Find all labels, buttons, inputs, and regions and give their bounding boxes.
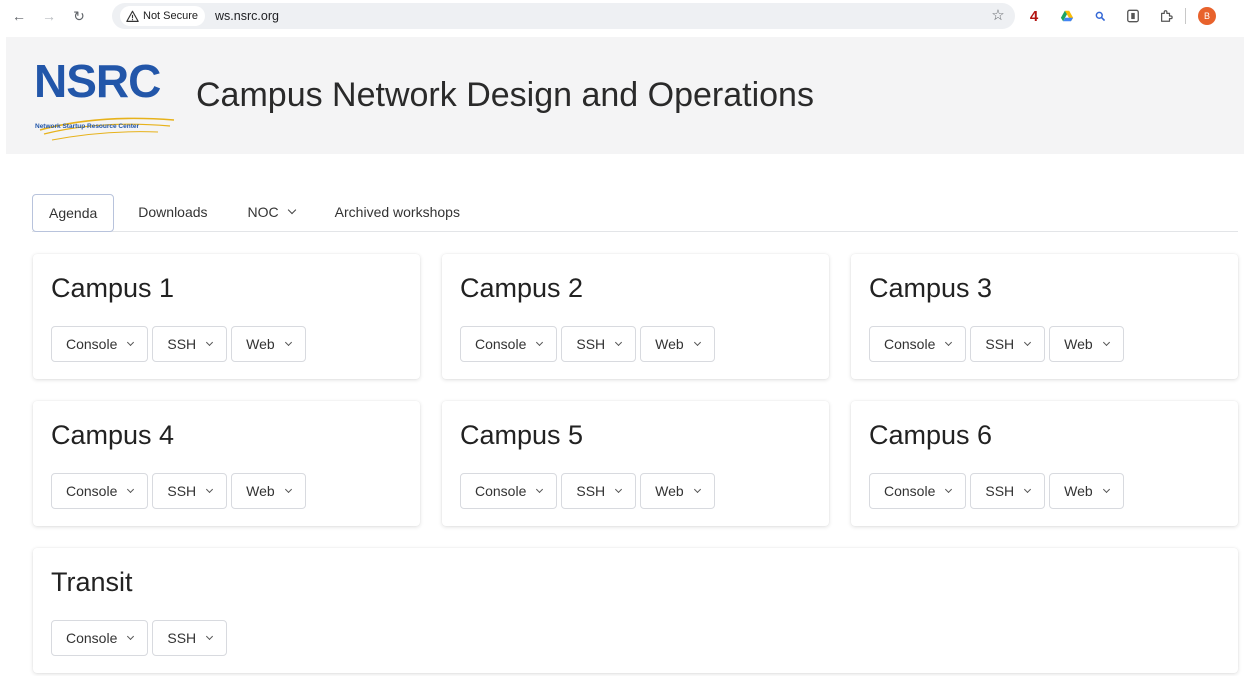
chevron-down-icon — [536, 485, 544, 493]
bookmark-star-icon[interactable]: ☆ — [989, 6, 1007, 24]
nsrc-logo[interactable]: NSRC Network Startup Resource Center — [34, 54, 176, 140]
chevron-down-icon — [945, 338, 953, 346]
console-dropdown-button[interactable]: Console — [460, 472, 558, 509]
chevron-down-icon — [127, 485, 135, 493]
warning-icon — [126, 10, 139, 22]
web-dropdown-button[interactable]: Web — [640, 472, 715, 509]
card-buttons: Console SSH Web — [460, 472, 811, 509]
address-bar[interactable]: Not Secure ws.nsrc.org ☆ — [112, 3, 1015, 29]
card-title: Transit — [51, 567, 133, 597]
campus-card-3: Campus 3 Console SSH Web — [851, 254, 1238, 379]
chevron-down-icon — [1024, 338, 1032, 346]
page-title: Campus Network Design and Operations — [196, 76, 814, 114]
main-tabs: Agenda Downloads NOC Archived workshops — [32, 194, 1238, 232]
web-dropdown-button[interactable]: Web — [640, 325, 715, 362]
chevron-down-icon — [536, 338, 544, 346]
chevron-down-icon — [284, 338, 292, 346]
console-dropdown-button[interactable]: Console — [869, 472, 967, 509]
card-buttons: Console SSH Web — [869, 472, 1220, 509]
tab-agenda[interactable]: Agenda — [32, 194, 115, 232]
security-chip[interactable]: Not Secure — [120, 6, 206, 26]
tab-label: Downloads — [138, 204, 208, 220]
tab-downloads[interactable]: Downloads — [122, 193, 223, 231]
extension-counter-icon[interactable]: 4 — [1026, 8, 1042, 25]
campus-card-6: Campus 6 Console SSH Web — [851, 401, 1238, 526]
card-title: Campus 1 — [51, 273, 175, 303]
profile-avatar[interactable]: B — [1198, 7, 1216, 25]
reload-icon[interactable]: ↻ — [68, 5, 90, 27]
chevron-down-icon — [284, 485, 292, 493]
tab-noc[interactable]: NOC — [232, 193, 311, 231]
chevron-down-icon — [287, 205, 296, 215]
web-dropdown-button[interactable]: Web — [231, 472, 306, 509]
ssh-dropdown-button[interactable]: SSH — [152, 325, 228, 362]
tab-label: NOC — [247, 204, 279, 220]
chevron-down-icon — [1024, 485, 1032, 493]
card-title: Campus 4 — [51, 420, 175, 450]
console-dropdown-button[interactable]: Console — [869, 325, 967, 362]
chevron-down-icon — [127, 632, 135, 640]
security-label: Not Secure — [143, 10, 199, 22]
tab-label: Archived workshops — [334, 204, 460, 220]
console-dropdown-button[interactable]: Console — [460, 325, 558, 362]
chevron-down-icon — [945, 485, 953, 493]
campus-card-1: Campus 1 Console SSH Web — [33, 254, 420, 379]
card-title: Campus 3 — [869, 273, 993, 303]
back-icon[interactable]: ← — [8, 5, 30, 27]
chevron-down-icon — [615, 338, 623, 346]
chevron-down-icon — [693, 485, 701, 493]
console-dropdown-button[interactable]: Console — [51, 325, 149, 362]
card-buttons: Console SSH Web — [51, 472, 402, 509]
chevron-down-icon — [615, 485, 623, 493]
ssh-dropdown-button[interactable]: SSH — [152, 619, 228, 656]
ssh-dropdown-button[interactable]: SSH — [561, 325, 637, 362]
ssh-dropdown-button[interactable]: SSH — [970, 472, 1046, 509]
logo-subtitle: Network Startup Resource Center — [35, 122, 140, 130]
console-dropdown-button[interactable]: Console — [51, 619, 149, 656]
logo-wordmark: NSRC — [34, 54, 161, 107]
search-extension-icon[interactable] — [1092, 8, 1108, 24]
web-dropdown-button[interactable]: Web — [1049, 472, 1124, 509]
campus-card-4: Campus 4 Console SSH Web — [33, 401, 420, 526]
chevron-down-icon — [206, 485, 214, 493]
tab-archived-workshops[interactable]: Archived workshops — [319, 193, 476, 231]
chevron-down-icon — [127, 338, 135, 346]
card-buttons: Console SSH Web — [460, 325, 811, 362]
card-buttons: Console SSH — [51, 619, 1220, 656]
card-buttons: Console SSH Web — [869, 325, 1220, 362]
ssh-dropdown-button[interactable]: SSH — [561, 472, 637, 509]
site-header: NSRC Network Startup Resource Center Cam… — [6, 37, 1244, 154]
transit-card: Transit Console SSH — [33, 548, 1238, 673]
forward-icon[interactable]: → — [38, 5, 60, 27]
web-dropdown-button[interactable]: Web — [1049, 325, 1124, 362]
campus-card-5: Campus 5 Console SSH Web — [442, 401, 829, 526]
toolbar-separator — [1185, 8, 1186, 24]
tab-label: Agenda — [49, 205, 98, 221]
chevron-down-icon — [1102, 338, 1110, 346]
console-dropdown-button[interactable]: Console — [51, 472, 149, 509]
card-title: Campus 6 — [869, 420, 993, 450]
password-manager-icon[interactable] — [1125, 8, 1141, 24]
ssh-dropdown-button[interactable]: SSH — [970, 325, 1046, 362]
chevron-down-icon — [693, 338, 701, 346]
card-title: Campus 5 — [460, 420, 584, 450]
ssh-dropdown-button[interactable]: SSH — [152, 472, 228, 509]
url-text[interactable]: ws.nsrc.org — [215, 9, 279, 23]
puzzle-extensions-icon[interactable] — [1158, 8, 1174, 24]
browser-toolbar: ← → ↻ Not Secure ws.nsrc.org ☆ 4 B — [0, 0, 1244, 32]
chevron-down-icon — [1102, 485, 1110, 493]
chevron-down-icon — [206, 632, 214, 640]
card-buttons: Console SSH Web — [51, 325, 402, 362]
card-title: Campus 2 — [460, 273, 584, 303]
chevron-down-icon — [206, 338, 214, 346]
extensions-area: 4 B — [1026, 4, 1216, 28]
campus-card-2: Campus 2 Console SSH Web — [442, 254, 829, 379]
google-drive-icon[interactable] — [1059, 8, 1075, 24]
web-dropdown-button[interactable]: Web — [231, 325, 306, 362]
